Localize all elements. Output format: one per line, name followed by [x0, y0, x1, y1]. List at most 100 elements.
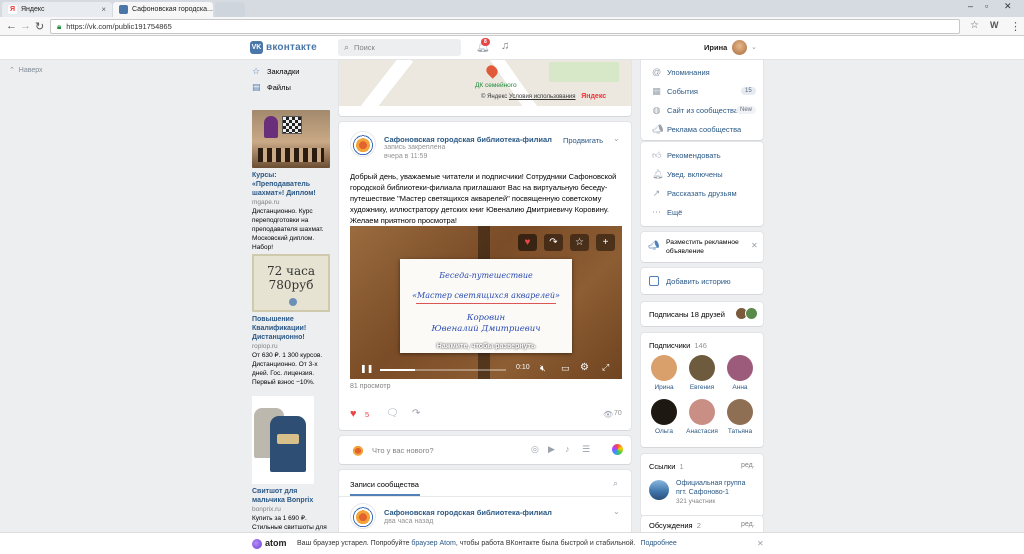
subscriber-avatar[interactable]: [689, 355, 715, 381]
post-author[interactable]: Сафоновская городская библиотека-филиал: [384, 508, 552, 517]
search-icon[interactable]: ⌕: [613, 478, 618, 489]
ad-image-sweatshirt[interactable]: [252, 396, 314, 484]
link-title[interactable]: Официальная группа пгт. Сафоново-1: [676, 479, 756, 497]
friends-subscribed-card[interactable]: Подписаны 18 друзей: [641, 302, 763, 326]
subscriber[interactable]: Ольга: [647, 399, 681, 435]
edit-discussions-button[interactable]: ред.: [741, 521, 755, 528]
close-window-icon[interactable]: ✕: [1004, 1, 1012, 12]
friends-subscribed-text[interactable]: Подписаны 18 друзей: [649, 310, 725, 319]
promo-card[interactable]: 📣︎ Разместить рекламное объявление ✕: [641, 232, 763, 262]
post-author[interactable]: Сафоновская городская библиотека-филиал: [384, 135, 552, 144]
subscriber[interactable]: Евгения: [685, 355, 719, 391]
subscribers-header[interactable]: Подписчики 146: [649, 341, 707, 350]
close-icon[interactable]: ✕: [751, 241, 758, 250]
pause-icon[interactable]: ❚❚: [360, 364, 373, 373]
like-heart-icon[interactable]: ♥: [350, 408, 357, 420]
video-progress-track[interactable]: [380, 369, 506, 371]
subscriber-name[interactable]: Татьяна: [723, 428, 757, 435]
subscriber-avatar[interactable]: [727, 399, 753, 425]
mute-icon[interactable]: 🔇︎: [540, 363, 546, 374]
fullscreen-icon[interactable]: ⤢: [602, 362, 609, 373]
music-icon[interactable]: ♫: [501, 40, 509, 52]
chevron-down-icon[interactable]: ⌄: [751, 43, 757, 51]
menu-icon[interactable]: ⋮: [1010, 20, 1021, 33]
community-avatar[interactable]: [350, 131, 376, 157]
close-icon[interactable]: ✕: [757, 539, 764, 548]
close-tab-icon[interactable]: ×: [101, 5, 106, 14]
window-icon[interactable]: ▭: [561, 363, 570, 374]
subscriber-name[interactable]: Евгения: [685, 384, 719, 391]
vk-logo[interactable]: VK вконтакте: [250, 41, 317, 54]
subscriber[interactable]: Татьяна: [723, 399, 757, 435]
composer-input[interactable]: Что у вас нового?: [372, 446, 434, 455]
add-plus-icon[interactable]: +: [596, 234, 615, 251]
menu-ads[interactable]: 📣︎ Реклама сообщества: [652, 124, 757, 135]
video-icon[interactable]: ▶: [548, 444, 555, 455]
colorful-circle-icon[interactable]: [612, 444, 623, 455]
community-avatar[interactable]: [350, 503, 376, 529]
menu-mentions[interactable]: @ Упоминания: [652, 67, 757, 77]
discussions-header[interactable]: Обсуждения 2: [649, 521, 701, 530]
subscriber-name[interactable]: Анастасия: [685, 428, 719, 435]
new-tab-button[interactable]: [215, 2, 245, 17]
subscriber-name[interactable]: Анна: [723, 384, 757, 391]
user-name[interactable]: Ирина: [704, 43, 727, 52]
subscriber-avatar[interactable]: [651, 355, 677, 381]
search-input[interactable]: ⌕ Поиск: [338, 39, 461, 56]
share-arrow-icon[interactable]: ↷: [412, 408, 420, 419]
post-time[interactable]: вчера в 11:59: [384, 153, 427, 160]
atom-more-link[interactable]: Подробнее: [640, 540, 676, 547]
back-to-top-link[interactable]: ⌃ Наверх: [9, 66, 43, 74]
subscriber-name[interactable]: Ирина: [647, 384, 681, 391]
favorite-star-icon[interactable]: ☆: [570, 234, 589, 251]
back-arrow-icon[interactable]: ←: [6, 20, 17, 32]
likes-count[interactable]: 5: [365, 410, 369, 419]
comment-icon[interactable]: 🗨︎: [386, 408, 399, 419]
music-note-icon[interactable]: ♪: [565, 444, 570, 454]
chevron-down-icon[interactable]: ⌄: [613, 507, 620, 516]
menu-more[interactable]: ⋯ Ещё: [652, 207, 757, 218]
subscriber-name[interactable]: Ольга: [647, 428, 681, 435]
camera-icon[interactable]: ◎: [531, 444, 539, 455]
url-field[interactable]: 🔒︎ https://vk.com/public191754865: [50, 19, 960, 34]
extension-icon[interactable]: W: [990, 20, 999, 30]
minimize-icon[interactable]: –: [968, 1, 973, 11]
reload-icon[interactable]: ↻: [35, 20, 44, 33]
ad-block-sweatshirt[interactable]: Свитшот для мальчика Bonprix bonprix.ru …: [252, 396, 330, 532]
links-header[interactable]: Ссылки 1: [649, 462, 684, 471]
like-heart-icon[interactable]: ♥: [518, 234, 537, 251]
menu-tell-friends[interactable]: ↗ Рассказать друзьям: [652, 188, 757, 199]
ad-block-chess[interactable]: Курсы: «Преподаватель шахмат»! Диплом! m…: [252, 110, 330, 252]
subscriber[interactable]: Ирина: [647, 355, 681, 391]
ad-image-chess[interactable]: [252, 110, 330, 168]
menu-notifications[interactable]: 🔔︎ Увед. включены: [652, 169, 757, 180]
promote-button[interactable]: Продвигать: [563, 136, 603, 145]
video-player[interactable]: ♥ ↷ ☆ + Беседа-путешествие «Мастер светя…: [350, 226, 622, 379]
post-time[interactable]: два часа назад: [384, 518, 433, 525]
atom-browser-link[interactable]: браузер Atom: [411, 540, 455, 547]
promo-text[interactable]: Разместить рекламное объявление: [666, 238, 746, 256]
subscriber[interactable]: Анна: [723, 355, 757, 391]
user-avatar[interactable]: [732, 40, 747, 55]
edit-links-button[interactable]: ред.: [741, 462, 755, 469]
ad-title[interactable]: Свитшот для мальчика Bonprix: [252, 487, 330, 505]
tab-community-posts[interactable]: Записи сообщества: [350, 480, 419, 489]
share-arrow-icon[interactable]: ↷: [544, 234, 563, 251]
left-menu-bookmarks[interactable]: ☆ Закладки: [252, 66, 299, 77]
link-avatar[interactable]: [649, 480, 669, 500]
subscriber-avatar[interactable]: [727, 355, 753, 381]
ad-title[interactable]: Курсы: «Преподаватель шахмат»! Диплом!: [252, 171, 330, 198]
add-story-link[interactable]: Добавить историю: [666, 277, 731, 286]
settings-gear-icon[interactable]: ⚙: [580, 362, 589, 373]
left-menu-files[interactable]: ▤ Файлы: [252, 82, 291, 93]
ad-title[interactable]: Повышение Квалификации! Дистанционно!: [252, 315, 330, 342]
forward-arrow-icon[interactable]: →: [20, 20, 31, 32]
map-terms-link[interactable]: Условия использования: [509, 94, 576, 100]
ad-image-courses[interactable]: 72 часа 780руб: [252, 254, 330, 312]
browser-tab-vk[interactable]: Сафоновская городска... ×: [113, 2, 213, 17]
menu-recommend[interactable]: 👍︎ Рекомендовать: [652, 150, 757, 161]
maximize-icon[interactable]: ▫: [985, 1, 988, 11]
ad-block-courses[interactable]: 72 часа 780руб Повышение Квалификации! Д…: [252, 254, 330, 387]
bookmark-star-icon[interactable]: ☆: [970, 20, 979, 31]
expand-video-hint[interactable]: Нажмите, чтобы развернуть: [350, 343, 622, 350]
